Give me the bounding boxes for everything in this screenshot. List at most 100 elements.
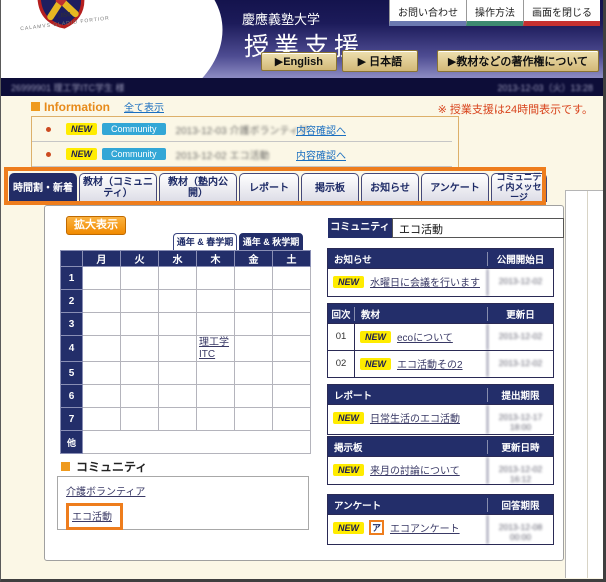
period-header: 4 bbox=[61, 336, 83, 362]
day-header: 水 bbox=[159, 251, 197, 267]
board-table: 掲示板 更新日時 NEW 来月の討論について 2013-12-02 16:12 bbox=[327, 436, 554, 485]
report-item-date: 2013-12-17 18:00 bbox=[487, 405, 553, 434]
materials-row-no: 01 bbox=[328, 324, 355, 350]
day-header: 木 bbox=[197, 251, 235, 267]
timetable-cell bbox=[235, 313, 273, 336]
tab-news[interactable]: お知らせ bbox=[361, 173, 419, 202]
timetable-cell bbox=[273, 336, 311, 362]
confirm-content-link[interactable]: 内容確認へ bbox=[296, 122, 346, 137]
day-header: 土 bbox=[273, 251, 311, 267]
tab-board[interactable]: 掲示板 bbox=[301, 173, 359, 202]
contact-button[interactable]: お問い合わせ bbox=[389, 0, 466, 26]
app-window: Keio University 1858 CALAMVS GLADIO FORT… bbox=[0, 0, 606, 582]
header-utility-buttons: お問い合わせ 操作方法 画面を閉じる bbox=[389, 0, 600, 26]
survey-title-header: アンケート bbox=[328, 498, 487, 512]
news-item-link[interactable]: 水曜日に会議を行います bbox=[370, 274, 480, 289]
survey-date-header: 回答期限 bbox=[487, 498, 553, 512]
survey-item-link[interactable]: エコアンケート bbox=[390, 520, 460, 535]
community-link-eco[interactable]: エコ活動 bbox=[72, 508, 112, 523]
help-button[interactable]: 操作方法 bbox=[466, 0, 523, 26]
materials-row: 01 NEW ecoについて 2013-12-02 bbox=[328, 323, 553, 350]
community-link-kaigo[interactable]: 介護ボランティア bbox=[66, 483, 145, 498]
timetable-corner-cell bbox=[61, 251, 83, 267]
tab-materials-public[interactable]: 教材（塾内公開） bbox=[159, 173, 237, 202]
board-table-header: 掲示板 更新日時 bbox=[328, 437, 553, 456]
period-header: 3 bbox=[61, 313, 83, 336]
course-link[interactable]: 理工学 bbox=[199, 337, 232, 349]
copyright-button[interactable]: ▶教材などの著作権について bbox=[437, 50, 599, 72]
english-button[interactable]: ▶English bbox=[261, 52, 337, 71]
close-window-button[interactable]: 画面を閉じる bbox=[523, 0, 600, 26]
materials-table-header: 回次 教材 更新日 bbox=[328, 304, 553, 323]
main-content-panel: 拡大表示 通年 & 春学期 通年 & 秋学期 月 火 水 木 金 土 1 2 bbox=[44, 205, 564, 561]
timetable-row: 2 bbox=[61, 290, 311, 313]
tab-spring-semester[interactable]: 通年 & 春学期 bbox=[173, 233, 237, 250]
timetable-cell bbox=[83, 267, 121, 290]
day-header: 金 bbox=[235, 251, 273, 267]
survey-item-date: 2013-12-08 00:00 bbox=[487, 515, 553, 544]
news-item-date: 2013-12-02 bbox=[487, 269, 553, 296]
timetable-cell-course: 理工学 ITC bbox=[197, 336, 235, 362]
timetable-cell bbox=[121, 290, 159, 313]
report-item-link[interactable]: 日常生活のエコ活動 bbox=[370, 410, 460, 425]
user-bar: 26999901 理工学ITC学生 様 2013-12-03（火）13:28 bbox=[1, 78, 603, 96]
timetable-cell bbox=[159, 313, 197, 336]
tab-timetable-new[interactable]: 時間割・新着 bbox=[9, 173, 77, 202]
community-title: コミュニティ bbox=[76, 458, 147, 475]
board-item-link[interactable]: 来月の討論について bbox=[370, 462, 460, 477]
community-link-highlight-annotation: エコ活動 bbox=[66, 503, 123, 530]
material-item-link[interactable]: エコ活動その2 bbox=[397, 356, 463, 371]
timetable-cell bbox=[121, 313, 159, 336]
japanese-button[interactable]: ▶ 日本語 bbox=[342, 50, 418, 72]
course-link[interactable]: ITC bbox=[199, 349, 232, 361]
bullet-icon bbox=[46, 127, 51, 132]
page-right-margin bbox=[565, 190, 603, 578]
timetable-row: 3 bbox=[61, 313, 311, 336]
timetable-header-row: 月 火 水 木 金 土 bbox=[61, 251, 311, 267]
tab-fall-semester[interactable]: 通年 & 秋学期 bbox=[239, 233, 303, 250]
materials-date-header: 更新日 bbox=[487, 307, 553, 321]
confirm-content-link[interactable]: 内容確認へ bbox=[296, 147, 346, 162]
report-table: レポート 提出期限 NEW 日常生活のエコ活動 2013-12-17 18:00 bbox=[327, 384, 554, 435]
material-item-date: 2013-12-02 bbox=[487, 351, 553, 377]
timetable-cell bbox=[159, 408, 197, 431]
tab-survey[interactable]: アンケート bbox=[421, 173, 489, 202]
period-header: 2 bbox=[61, 290, 83, 313]
new-badge: NEW bbox=[66, 123, 97, 135]
period-header: 1 bbox=[61, 267, 83, 290]
timetable-cell bbox=[273, 362, 311, 385]
new-badge: NEW bbox=[333, 276, 364, 288]
board-title-header: 掲示板 bbox=[328, 440, 487, 454]
24h-notice: ※ 授業支援は24時間表示です。 bbox=[438, 101, 593, 117]
period-header: 7 bbox=[61, 408, 83, 431]
enlarge-view-button[interactable]: 拡大表示 bbox=[66, 216, 126, 235]
material-item-link[interactable]: ecoについて bbox=[397, 329, 453, 344]
news-date-header: 公開開始日 bbox=[487, 252, 553, 266]
timetable-cell bbox=[83, 290, 121, 313]
board-row: NEW 来月の討論について 2013-12-02 16:12 bbox=[328, 456, 553, 484]
tab-community-message[interactable]: コミュニティ内メッセージ bbox=[491, 173, 547, 202]
board-date-header: 更新日時 bbox=[487, 440, 553, 454]
tab-materials-community[interactable]: 教材（コミュニティ） bbox=[79, 173, 157, 202]
timetable-cell bbox=[235, 362, 273, 385]
current-datetime: 2013-12-03（火）13:28 bbox=[497, 81, 593, 94]
survey-table: アンケート 回答期限 NEW ア エコアンケート 2013-12-08 00:0… bbox=[327, 494, 554, 545]
report-row: NEW 日常生活のエコ活動 2013-12-17 18:00 bbox=[328, 404, 553, 434]
timetable-cell bbox=[121, 267, 159, 290]
timetable-cell bbox=[83, 336, 121, 362]
timetable-other-cell bbox=[83, 431, 311, 454]
information-heading: Information 全て表示 bbox=[31, 99, 193, 117]
news-table: お知らせ 公開開始日 NEW 水曜日に会議を行います 2013-12-02 bbox=[327, 248, 554, 297]
other-header: 他 bbox=[61, 431, 83, 454]
tab-report[interactable]: レポート bbox=[239, 173, 299, 202]
materials-row-no: 02 bbox=[328, 351, 355, 377]
community-list: 介護ボランティア エコ活動 bbox=[57, 476, 309, 530]
timetable-cell bbox=[83, 408, 121, 431]
timetable-cell bbox=[83, 362, 121, 385]
show-all-link[interactable]: 全て表示 bbox=[124, 99, 164, 114]
timetable-cell bbox=[159, 290, 197, 313]
new-badge: NEW bbox=[333, 464, 364, 476]
information-item-text: 2013-12-03 介護ボランティア bbox=[176, 122, 309, 137]
orange-square-icon bbox=[31, 102, 40, 111]
community-field-value: エコ活動 bbox=[392, 218, 564, 238]
